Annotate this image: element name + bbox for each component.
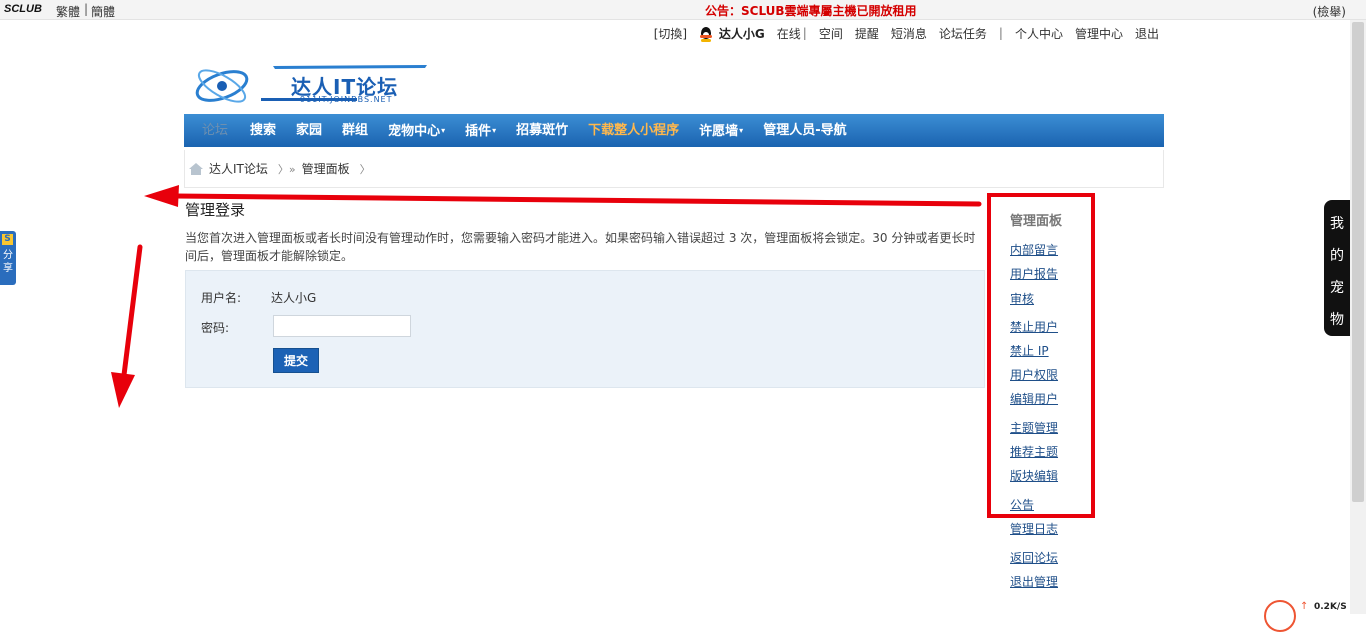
messages-link[interactable]: 短消息	[891, 25, 927, 42]
online-status-link[interactable]: 在线	[777, 25, 801, 42]
nav-plugins[interactable]: 插件▾	[455, 114, 506, 147]
my-pet-tab[interactable]: 我的宠物	[1324, 200, 1350, 336]
logout-link[interactable]: 退出	[1135, 25, 1159, 42]
breadcrumb-forum-link[interactable]: 达人IT论坛	[209, 160, 268, 177]
network-speed-widget[interactable]: ↑ 0.2K/S	[1262, 598, 1352, 632]
nav-home[interactable]: 家园	[286, 114, 332, 147]
breadcrumb-separator: 〉	[359, 162, 371, 176]
nav-plugins-label: 插件	[465, 124, 492, 139]
announcement-link[interactable]: 公告：SCLUB雲端專屬主機已開放租用	[705, 2, 917, 19]
nav-pet-center[interactable]: 宠物中心▾	[378, 114, 455, 147]
password-label: 密码:	[201, 321, 230, 335]
upload-arrow-icon: ↑	[1300, 601, 1309, 612]
forum-tasks-link[interactable]: 论坛任务	[939, 25, 987, 42]
submit-button[interactable]: 提交	[273, 348, 319, 373]
breadcrumb-admin-panel-link[interactable]: 管理面板	[302, 160, 350, 177]
nav-forum[interactable]: 论坛	[192, 114, 238, 147]
username-label: 用户名:	[201, 291, 242, 305]
separator: |	[998, 26, 1003, 40]
lock-notice: 当您首次进入管理面板或者长时间没有管理动作时，您需要输入密码才能进入。如果密码输…	[185, 231, 976, 263]
arrow-down-annotation	[111, 244, 143, 408]
user-info: 达人小G	[699, 25, 765, 42]
simplified-chinese-link[interactable]: 簡體	[91, 3, 115, 20]
annotation-highlight-box	[987, 193, 1095, 518]
user-bar: [切換] 达人小G 在线 | 空间 提醒 短消息 论坛任务 | 个人中心 管理中…	[654, 24, 1159, 42]
chevron-down-icon: ▾	[441, 126, 446, 135]
nav-download-program[interactable]: 下载整人小程序	[578, 114, 689, 147]
side-link-back-to-forum[interactable]: 返回论坛	[1010, 549, 1058, 566]
my-pet-tab-label: 我的宠物	[1330, 216, 1344, 328]
admin-login-form: 用户名: 达人小G 密码: 提交	[185, 270, 985, 388]
nav-staff-guide[interactable]: 管理人员-导航	[753, 114, 856, 147]
separator: |	[802, 26, 807, 40]
side-link-admin-log[interactable]: 管理日志	[1010, 520, 1058, 537]
traditional-chinese-link[interactable]: 繁體	[56, 3, 80, 20]
nav-pet-center-label: 宠物中心	[388, 124, 441, 139]
speed-gauge-icon	[1264, 600, 1296, 632]
arrow-left-annotation	[144, 185, 982, 207]
speed-value: 0.2K/S	[1314, 602, 1347, 612]
breadcrumb: 达人IT论坛 〉» 管理面板 〉	[184, 150, 1164, 188]
page-scrollbar[interactable]	[1350, 20, 1366, 614]
nav-groups[interactable]: 群组	[332, 114, 378, 147]
username-link[interactable]: 达人小G	[719, 27, 765, 41]
password-input[interactable]	[273, 315, 411, 337]
breadcrumb-separator: 〉»	[277, 162, 296, 176]
language-separator: |	[84, 2, 89, 16]
share-logo-icon: S	[2, 234, 13, 245]
username-value: 达人小G	[271, 291, 317, 305]
admin-center-link[interactable]: 管理中心	[1075, 25, 1123, 42]
scrollbar-thumb[interactable]	[1352, 22, 1364, 502]
home-icon[interactable]	[189, 162, 203, 175]
nav-wish-wall[interactable]: 许愿墙▾	[689, 114, 753, 147]
chevron-down-icon: ▾	[739, 126, 744, 135]
remind-link[interactable]: 提醒	[855, 25, 879, 42]
sclub-logo[interactable]: SCLUB	[4, 3, 42, 15]
profile-link[interactable]: 个人中心	[1015, 25, 1063, 42]
nav-recruit-moderators[interactable]: 招募斑竹	[506, 114, 578, 147]
logo-subtitle: 911IT.JOINBBS.NET	[300, 95, 393, 104]
side-link-exit-admin[interactable]: 退出管理	[1010, 573, 1058, 590]
nav-wish-wall-label: 许愿墙	[699, 124, 739, 139]
top-bar: SCLUB 繁體 | 簡體 公告：SCLUB雲端專屬主機已開放租用 (檢舉)	[0, 0, 1366, 20]
share-tab-label: 分享	[3, 250, 13, 274]
share-tab[interactable]: S 分享	[0, 231, 16, 285]
qq-penguin-icon	[699, 26, 713, 42]
nav-search[interactable]: 搜索	[240, 114, 286, 147]
page-title: 管理登录	[185, 201, 246, 219]
main-nav: 论坛 搜索 家园 群组 宠物中心▾ 插件▾ 招募斑竹 下载整人小程序 许愿墙▾ …	[184, 114, 1164, 147]
space-link[interactable]: 空间	[819, 25, 843, 42]
report-link[interactable]: (檢舉)	[1313, 3, 1346, 20]
switch-account-link[interactable]: [切換]	[654, 25, 687, 42]
chevron-down-icon: ▾	[492, 126, 497, 135]
